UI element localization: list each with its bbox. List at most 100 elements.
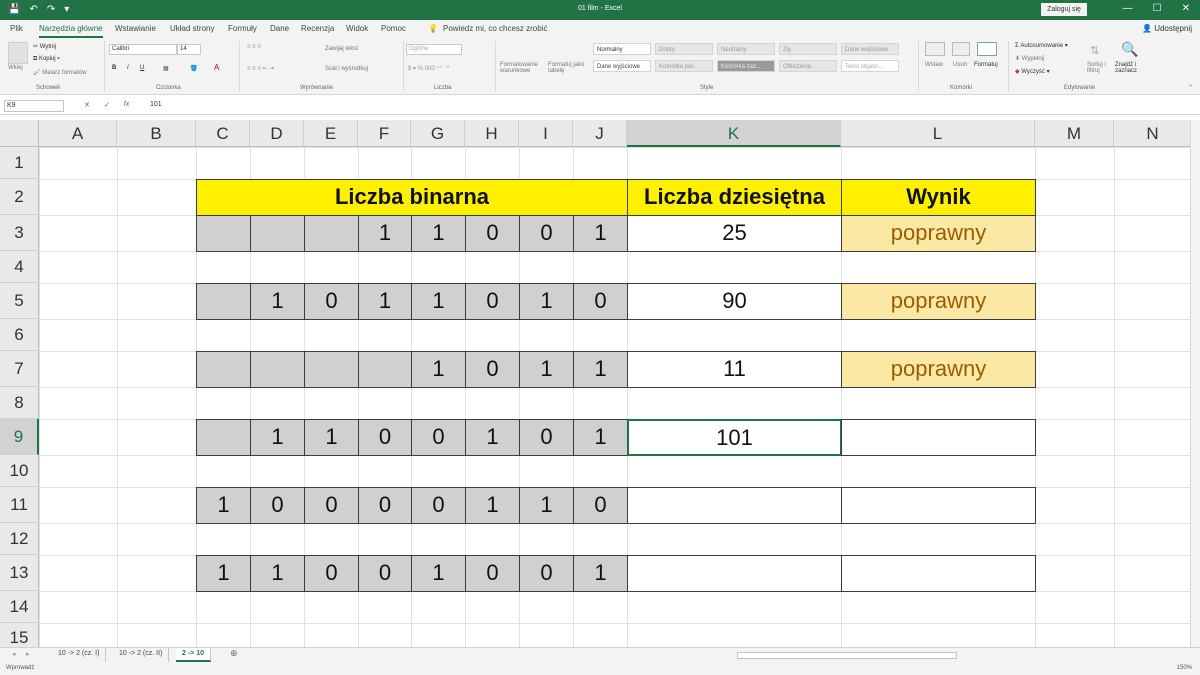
row-header-11[interactable]: 11 [0, 487, 39, 523]
binary-digit-cell[interactable]: 1 [358, 215, 412, 252]
copy-button[interactable]: ⧉ Kopiuj ▾ [33, 56, 60, 63]
tab-insert[interactable]: Wstawianie [115, 24, 156, 33]
result-cell[interactable] [841, 487, 1036, 524]
binary-digit-cell[interactable]: 0 [519, 419, 574, 456]
binary-digit-cell[interactable]: 1 [411, 283, 466, 320]
insert-button[interactable]: Wstaw [925, 62, 943, 68]
conditional-format-button[interactable]: Formatowanie warunkowe [500, 62, 544, 74]
result-cell[interactable] [841, 555, 1036, 592]
binary-digit-cell[interactable]: 0 [573, 487, 628, 524]
column-header-d[interactable]: D [250, 120, 304, 147]
fill-color-icon[interactable]: 🪣 [190, 65, 197, 72]
result-cell[interactable]: poprawny [841, 215, 1036, 252]
tab-page-layout[interactable]: Układ strony [170, 24, 214, 33]
tell-me-search[interactable]: Powiedz mi, co chcesz zrobić [443, 24, 547, 33]
column-header-i[interactable]: I [519, 120, 573, 147]
binary-digit-cell[interactable] [358, 351, 412, 388]
add-sheet-icon[interactable]: ⊕ [224, 648, 244, 662]
binary-digit-cell[interactable]: 0 [358, 487, 412, 524]
binary-digit-cell[interactable]: 1 [196, 555, 251, 592]
formula-input[interactable]: 101 [150, 101, 162, 108]
tab-data[interactable]: Dane [270, 24, 289, 33]
row-header-6[interactable]: 6 [0, 319, 39, 351]
column-header-k[interactable]: K [627, 120, 841, 147]
row-header-5[interactable]: 5 [0, 283, 39, 319]
binary-digit-cell[interactable]: 0 [358, 555, 412, 592]
format-cells-icon[interactable] [977, 42, 997, 56]
sign-in-button[interactable]: Zaloguj się [1041, 3, 1087, 16]
binary-digit-cell[interactable]: 1 [573, 351, 628, 388]
format-button[interactable]: Formatuj [974, 62, 998, 68]
maximize-button[interactable]: ☐ [1153, 3, 1162, 14]
style-calculation[interactable]: Obliczenia [779, 60, 837, 72]
paste-icon[interactable] [8, 42, 28, 64]
name-box[interactable]: K9 [4, 100, 64, 112]
row-header-9[interactable]: 9 [0, 419, 39, 455]
column-header-g[interactable]: G [411, 120, 465, 147]
binary-digit-cell[interactable]: 1 [196, 487, 251, 524]
binary-digit-cell[interactable] [250, 215, 305, 252]
binary-digit-cell[interactable]: 1 [411, 215, 466, 252]
tab-view[interactable]: Widok [346, 24, 368, 33]
decimal-cell[interactable]: 90 [627, 283, 842, 320]
column-header-n[interactable]: N [1114, 120, 1192, 147]
zoom-level[interactable]: 150% [1177, 665, 1192, 671]
binary-digit-cell[interactable]: 0 [573, 283, 628, 320]
binary-digit-cell[interactable]: 0 [465, 555, 520, 592]
binary-digit-cell[interactable] [196, 419, 251, 456]
binary-digit-cell[interactable]: 1 [411, 351, 466, 388]
binary-digit-cell[interactable]: 0 [519, 555, 574, 592]
currency-icon[interactable]: $ ▾ % 000 ⁺⁰ ⁻⁰ [408, 65, 449, 72]
row-header-8[interactable]: 8 [0, 387, 39, 419]
worksheet-grid[interactable]: ABCDEFGHIJKLMN12345678910111213141516Lic… [0, 120, 1200, 648]
binary-digit-cell[interactable]: 0 [465, 351, 520, 388]
decimal-cell[interactable]: 25 [627, 215, 842, 252]
binary-digit-cell[interactable]: 1 [358, 283, 412, 320]
column-header-j[interactable]: J [573, 120, 627, 147]
fill-button[interactable]: ⬇ Wypełnij [1015, 55, 1044, 62]
style-normal[interactable]: Normalny [593, 43, 651, 55]
style-bad[interactable]: Zły [779, 43, 837, 55]
binary-digit-cell[interactable]: 0 [465, 215, 520, 252]
sheet-tab-2[interactable]: 10 -> 2 (cz. II) [113, 648, 170, 662]
binary-digit-cell[interactable] [304, 215, 359, 252]
binary-digit-cell[interactable] [250, 351, 305, 388]
binary-digit-cell[interactable]: 1 [411, 555, 466, 592]
cut-button[interactable]: ✂ Wytnij [33, 43, 56, 50]
underline-button[interactable]: U [140, 65, 144, 71]
font-size-select[interactable]: 14 [177, 44, 201, 55]
format-as-table-button[interactable]: Formatuj jako tabelę [548, 62, 590, 74]
tab-home[interactable]: Narzędzia główne [39, 24, 103, 38]
share-button[interactable]: 👤 Udostępnij [1142, 24, 1192, 33]
binary-digit-cell[interactable]: 0 [411, 419, 466, 456]
binary-digit-cell[interactable]: 1 [465, 419, 520, 456]
tab-help[interactable]: Pomoc [381, 24, 406, 33]
insert-function-icon[interactable]: fx [124, 101, 129, 109]
delete-cells-icon[interactable] [952, 42, 970, 56]
binary-digit-cell[interactable] [196, 283, 251, 320]
sort-filter-icon[interactable]: ⇅ [1090, 44, 1099, 57]
binary-digit-cell[interactable]: 1 [465, 487, 520, 524]
cancel-icon[interactable]: ✕ [84, 101, 90, 109]
binary-digit-cell[interactable]: 1 [250, 419, 305, 456]
find-select-icon[interactable]: 🔍 [1121, 41, 1138, 58]
style-check-cell[interactable]: Komórka zaz... [717, 60, 775, 72]
row-header-3[interactable]: 3 [0, 215, 39, 251]
style-output[interactable]: Dane wyjściowe [593, 60, 651, 72]
number-format-select[interactable]: Ogólne [406, 44, 462, 55]
binary-digit-cell[interactable]: 0 [411, 487, 466, 524]
binary-digit-cell[interactable] [196, 215, 251, 252]
binary-digit-cell[interactable]: 0 [250, 487, 305, 524]
binary-digit-cell[interactable]: 0 [358, 419, 412, 456]
binary-digit-cell[interactable]: 0 [304, 487, 359, 524]
column-header-a[interactable]: A [39, 120, 117, 147]
tab-review[interactable]: Recenzja [301, 24, 334, 33]
style-input[interactable]: Dane wejściowe [841, 43, 899, 55]
row-header-4[interactable]: 4 [0, 251, 39, 283]
column-header-h[interactable]: H [465, 120, 519, 147]
binary-digit-cell[interactable]: 0 [519, 215, 574, 252]
minimize-button[interactable]: — [1123, 3, 1133, 14]
tab-formulas[interactable]: Formuły [228, 24, 257, 33]
paste-button[interactable]: Wklej [8, 65, 23, 71]
tab-file[interactable]: Plik [10, 24, 23, 33]
